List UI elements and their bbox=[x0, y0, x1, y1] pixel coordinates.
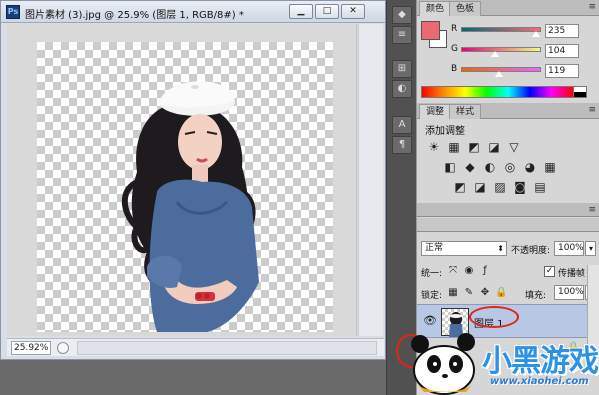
lock-transparent-icon[interactable]: ▦ bbox=[447, 287, 459, 299]
close-button[interactable]: ✕ bbox=[341, 4, 365, 19]
document-titlebar[interactable]: Ps 图片素材 (3).jpg @ 25.9% (图层 1, RGB/8#) *… bbox=[1, 1, 385, 23]
threshold-icon[interactable]: ▨ bbox=[493, 180, 507, 194]
vertical-scrollbar[interactable] bbox=[358, 24, 383, 336]
dock-button-5[interactable]: A bbox=[392, 116, 412, 134]
blend-mode-value: 正常 bbox=[425, 243, 444, 253]
channel-g-thumb[interactable] bbox=[491, 51, 499, 57]
channel-r-thumb[interactable] bbox=[532, 31, 540, 37]
channel-b-slider[interactable] bbox=[461, 67, 541, 77]
panel-menu-icon[interactable]: ≡ bbox=[588, 105, 596, 115]
foreground-color-swatch[interactable] bbox=[421, 21, 440, 40]
opacity-field[interactable]: 100% bbox=[554, 241, 584, 256]
panel-menu-icon[interactable]: ≡ bbox=[588, 205, 596, 215]
color-balance-icon[interactable]: ◆ bbox=[463, 160, 477, 174]
horizontal-scrollbar[interactable] bbox=[77, 341, 377, 355]
dock-button-3[interactable]: ⊞ bbox=[392, 60, 412, 78]
opacity-label: 不透明度: bbox=[511, 246, 551, 256]
channel-b-value[interactable]: 119 bbox=[545, 64, 579, 78]
layers-panel-subheader bbox=[417, 218, 599, 232]
tab-swatches[interactable]: 色板 bbox=[449, 1, 482, 16]
posterize-icon[interactable]: ◪ bbox=[473, 180, 487, 194]
layers-panel-header: ≡ bbox=[417, 203, 599, 217]
panda-mascot-logo bbox=[411, 333, 475, 395]
channel-r-label: R bbox=[451, 24, 458, 34]
document-window: Ps 图片素材 (3).jpg @ 25.9% (图层 1, RGB/8#) *… bbox=[0, 0, 386, 360]
unify-visibility-icon[interactable]: ◉ bbox=[463, 265, 475, 277]
minimize-button[interactable]: ▁ bbox=[289, 4, 313, 19]
woman-photo-cutout bbox=[121, 81, 259, 332]
photoshop-app-icon: Ps bbox=[6, 5, 20, 19]
chevron-down-icon: ⬍ bbox=[497, 244, 504, 253]
unify-position-icon[interactable]: ⤧ bbox=[447, 265, 459, 277]
channel-g-label: G bbox=[451, 44, 458, 54]
unify-style-icon[interactable]: ƒ bbox=[479, 265, 491, 277]
curves-icon[interactable]: ◩ bbox=[467, 140, 481, 154]
color-spectrum-ramp[interactable] bbox=[421, 86, 574, 98]
channel-b-thumb[interactable] bbox=[495, 71, 503, 77]
levels-icon[interactable]: ▦ bbox=[447, 140, 461, 154]
lock-image-icon[interactable]: ✎ bbox=[463, 287, 475, 299]
watermark-brand: 小黑游戏 bbox=[482, 344, 599, 379]
tab-color[interactable]: 颜色 bbox=[419, 1, 452, 16]
brightness-contrast-icon[interactable]: ☀ bbox=[427, 140, 441, 154]
document-info-icon[interactable] bbox=[57, 342, 69, 354]
visibility-eye-icon[interactable]: 👁 bbox=[423, 315, 437, 327]
unify-label: 统一: bbox=[421, 269, 443, 279]
invert-icon[interactable]: ◩ bbox=[453, 180, 467, 194]
add-adjustment-label: 添加调整 bbox=[425, 126, 465, 137]
transparent-canvas[interactable] bbox=[37, 42, 333, 332]
channel-r-value[interactable]: 235 bbox=[545, 24, 579, 38]
opacity-dropdown[interactable]: ▾ bbox=[585, 241, 596, 256]
lock-label: 锁定: bbox=[421, 291, 443, 301]
hue-saturation-icon[interactable]: ◧ bbox=[443, 160, 457, 174]
restore-button[interactable]: □ bbox=[315, 4, 339, 19]
dock-button-4[interactable]: ◐ bbox=[392, 80, 412, 98]
panel-menu-icon[interactable]: ≡ bbox=[588, 2, 596, 12]
tab-adjustments[interactable]: 调整 bbox=[419, 104, 452, 119]
channel-mixer-icon[interactable]: ◕ bbox=[523, 160, 537, 174]
watermark-url: www.xiaohei.com bbox=[490, 376, 589, 387]
blend-mode-select[interactable]: 正常 ⬍ bbox=[421, 241, 507, 256]
dock-button-2[interactable]: ≡ bbox=[392, 26, 412, 44]
photoshop-workspace: Ps 图片素材 (3).jpg @ 25.9% (图层 1, RGB/8#) *… bbox=[0, 0, 599, 395]
lock-all-icon[interactable]: 🔒 bbox=[495, 287, 507, 299]
highlight-annotation-circle bbox=[469, 306, 519, 328]
channel-r-slider[interactable] bbox=[461, 27, 541, 37]
channel-b-label: B bbox=[451, 64, 458, 74]
lock-position-icon[interactable]: ✥ bbox=[479, 287, 491, 299]
color-lookup-icon[interactable]: ▦ bbox=[543, 160, 557, 174]
adjustments-panel-tabs: 调整 样式 ≡ bbox=[417, 103, 599, 119]
document-title: 图片素材 (3).jpg @ 25.9% (图层 1, RGB/8#) * bbox=[25, 10, 244, 21]
selective-color-icon[interactable]: ◙ bbox=[513, 180, 527, 194]
propagate-frame-checkbox[interactable]: ✓ bbox=[544, 266, 555, 277]
black-white-ramp[interactable] bbox=[573, 86, 587, 98]
color-panel-tabs: 颜色 色板 ≡ bbox=[417, 0, 599, 16]
photo-filter-icon[interactable]: ◎ bbox=[503, 160, 517, 174]
fill-label: 填充: bbox=[525, 291, 547, 301]
status-bar: 25.92% bbox=[7, 338, 384, 356]
fill-field[interactable]: 100% bbox=[554, 285, 584, 300]
channel-g-slider[interactable] bbox=[461, 47, 541, 57]
vibrance-icon[interactable]: ▽ bbox=[507, 140, 521, 154]
dock-button-1[interactable]: ◆ bbox=[392, 6, 412, 24]
exposure-icon[interactable]: ◪ bbox=[487, 140, 501, 154]
dock-button-6[interactable]: ¶ bbox=[392, 136, 412, 154]
zoom-level-field[interactable]: 25.92% bbox=[11, 341, 51, 355]
black-white-icon[interactable]: ◐ bbox=[483, 160, 497, 174]
tab-styles[interactable]: 样式 bbox=[449, 104, 482, 119]
canvas-area[interactable] bbox=[7, 24, 357, 336]
channel-g-value[interactable]: 104 bbox=[545, 44, 579, 58]
gradient-map-icon[interactable]: ▤ bbox=[533, 180, 547, 194]
chevron-down-icon: ▾ bbox=[588, 244, 593, 253]
